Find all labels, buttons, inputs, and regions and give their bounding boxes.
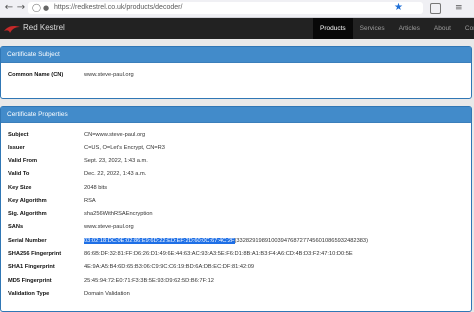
row-value: www.steve-paul.org [84, 72, 134, 78]
row-key: Key Algorithm [8, 198, 47, 204]
row-key: SHA1 Fingerprint [8, 264, 55, 270]
row-value: 03:02:18:DC:0E:02:86:E9:6D:22:ED:EF:2D:6… [84, 237, 368, 246]
row-value: Dec. 22, 2022, 1:43 a.m. [84, 171, 147, 177]
lock-icon[interactable]: ● [43, 2, 49, 14]
shield-icon[interactable]: ◯ [32, 2, 41, 14]
row-key: Issuer [8, 145, 25, 151]
row-key: Sig. Algorithm [8, 211, 47, 217]
panel-title: Certificate Subject [1, 47, 471, 63]
row-value: 4E:9A:A5:B4:6D:65:B3:06:C9:9C:C6:19:BD:6… [84, 264, 255, 270]
row-value: RSA [84, 198, 96, 204]
screenshot-icon[interactable] [430, 3, 441, 14]
row-key: Key Size [8, 185, 32, 191]
address-bar[interactable]: ◯ ● https://redkestrel.co.uk/products/de… [28, 2, 423, 14]
nav-about[interactable]: About [427, 18, 458, 39]
row-value: 86:6B:DF:32:81:FF:D6:26:D1:49:6E:44:63:A… [84, 251, 353, 257]
row-value: Sept. 23, 2022, 1:43 a.m. [84, 158, 148, 164]
row-value: Domain Validation [84, 291, 130, 297]
nav-menu: Products Services Articles About Contact [313, 18, 474, 39]
row-key: Subject [8, 132, 29, 138]
menu-icon[interactable]: ≡ [455, 2, 463, 14]
certificate-subject-panel: Certificate Subject Common Name (CN) www… [0, 46, 472, 99]
row-value: CN=www.steve-paul.org [84, 132, 146, 138]
row-value: 2048 bits [84, 185, 108, 191]
row-key: Validation Type [8, 291, 50, 297]
forward-icon[interactable]: → [15, 2, 27, 14]
site-navbar: Red Kestrel Products Services Articles A… [0, 18, 474, 39]
certificate-properties-panel: Certificate Properties Subject CN=www.ste… [0, 106, 472, 312]
nav-products[interactable]: Products [313, 18, 353, 39]
row-value: sha256WithRSAEncryption [84, 211, 153, 217]
nav-articles[interactable]: Articles [392, 18, 427, 39]
kestrel-logo-icon [4, 26, 20, 33]
row-key: Valid To [8, 171, 30, 177]
row-value: www.steve-paul.org [84, 224, 134, 230]
row-key: SHA256 Fingerprint [8, 251, 62, 257]
row-value: C=US, O=Let's Encrypt, CN=R3 [84, 145, 165, 151]
row-key: MD5 Fingerprint [8, 278, 52, 284]
row-key: Serial Number [8, 238, 47, 244]
url-text[interactable]: https://redkestrel.co.uk/products/decode… [54, 2, 182, 14]
row-key: SANs [8, 224, 24, 230]
browser-toolbar: ← → ◯ ● https://redkestrel.co.uk/product… [0, 0, 474, 18]
panel-title: Certificate Properties [1, 107, 471, 123]
serial-decimal: (332829198910039476872774560108659324823… [234, 238, 368, 244]
nav-contact[interactable]: Contact [458, 18, 474, 39]
brand-name[interactable]: Red Kestrel [23, 23, 65, 32]
row-value: 25:45:94:72:E0:71:F3:3B:5E:93:D9:62:5D:B… [84, 278, 214, 284]
star-icon[interactable]: ★ [394, 2, 403, 14]
row-key: Valid From [8, 158, 38, 164]
nav-services[interactable]: Services [353, 18, 392, 39]
selected-serial-hex[interactable]: 03:02:18:DC:0E:02:86:E9:6D:22:ED:EF:2D:6… [84, 238, 235, 244]
row-key: Common Name (CN) [8, 72, 64, 78]
back-icon[interactable]: ← [3, 2, 15, 14]
